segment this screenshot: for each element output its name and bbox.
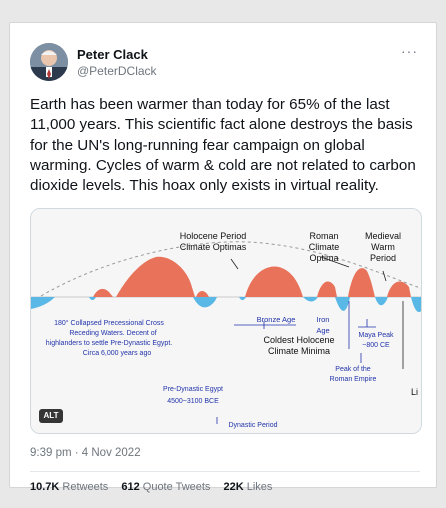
divider — [30, 471, 420, 472]
label-bronze: Bronze Age — [257, 315, 296, 324]
author-handle[interactable]: @PeterDClack — [77, 64, 157, 78]
label-predynastic-2: 4500~3100 BCE — [167, 398, 219, 405]
label-holocene-1: Holocene Period — [180, 231, 247, 241]
more-horizontal-icon[interactable]: ··· — [401, 43, 418, 59]
label-holocene-2: Climate Optimas — [180, 242, 247, 252]
retweets-stat[interactable]: 10.7K Retweets — [30, 481, 108, 493]
label-iron-2: Age — [316, 326, 329, 335]
quotes-label: Quote Tweets — [142, 481, 211, 493]
author-name[interactable]: Peter Clack — [77, 47, 148, 62]
label-peak-roman-1: Peak of the — [335, 366, 371, 373]
quotes-count: 612 — [121, 481, 140, 493]
label-predynastic-1: Pre-Dynastic Egypt — [163, 386, 223, 393]
label-edge: Li — [411, 387, 418, 397]
label-medieval-3: Period — [370, 253, 396, 263]
label-dynastic: Dynastic Period — [228, 422, 277, 429]
retweets-label: Retweets — [62, 481, 109, 493]
label-medieval-1: Medieval — [365, 231, 401, 241]
label-collapse-2: Receding Waters. Decent of — [69, 330, 156, 337]
label-iron-1: Iron — [317, 315, 330, 324]
label-coldest-1: Coldest Holocene — [263, 335, 334, 345]
avatar[interactable] — [30, 43, 68, 81]
tweet-media-image[interactable]: Holocene Period Climate Optimas Roman Cl… — [30, 208, 422, 434]
quotes-stat[interactable]: 612 Quote Tweets — [121, 481, 210, 493]
label-collapse-3: highlanders to settle Pre-Dynastic Egypt… — [46, 340, 173, 347]
label-medieval-2: Warm — [371, 242, 395, 252]
tweet-header: Peter Clack @PeterDClack ··· — [30, 43, 420, 83]
tweet-text: Earth has been warmer than today for 65%… — [30, 96, 416, 195]
tweet-stats: 10.7K Retweets 612 Quote Tweets 22K Like… — [30, 481, 282, 493]
likes-label: Likes — [246, 481, 273, 493]
label-roman-2: Climate — [309, 242, 340, 252]
label-peak-roman-2: Roman Empire — [330, 376, 377, 383]
label-coldest-2: Climate Minima — [268, 346, 330, 356]
alt-badge[interactable]: ALT — [39, 409, 63, 423]
label-maya-2: ~800 CE — [362, 342, 390, 349]
retweets-count: 10.7K — [30, 481, 60, 493]
likes-count: 22K — [223, 481, 244, 493]
climate-chart-image: Holocene Period Climate Optimas Roman Cl… — [31, 209, 421, 433]
tweet-timestamp[interactable]: 9:39 pm · 4 Nov 2022 — [30, 447, 141, 459]
label-roman-1: Roman — [309, 231, 338, 241]
label-maya-1: Maya Peak — [358, 332, 394, 339]
likes-stat[interactable]: 22K Likes — [224, 481, 273, 493]
label-collapse-1: 180° Collapsed Precessional Cross — [54, 319, 164, 327]
label-collapse-4: Circa 6,000 years ago — [83, 350, 152, 357]
tweet-card[interactable]: Peter Clack @PeterDClack ··· Earth has b… — [9, 22, 437, 493]
label-roman-3: Optima — [309, 253, 338, 263]
